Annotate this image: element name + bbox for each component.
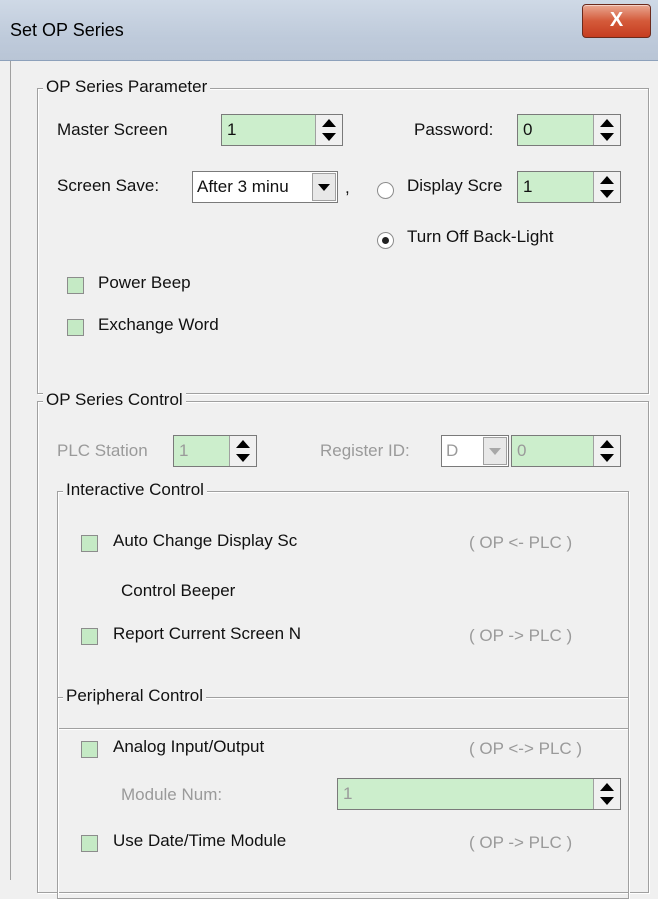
exchange-word-checkbox[interactable] bbox=[67, 319, 84, 336]
module-num-value: 1 bbox=[343, 784, 353, 803]
plc-station-label: PLC Station bbox=[57, 441, 148, 460]
peripheral-control-title: Peripheral Control bbox=[63, 686, 207, 706]
screen-save-dropdown[interactable]: After 3 minu bbox=[192, 171, 338, 203]
register-type-value: D bbox=[446, 441, 459, 460]
display-screen-radio[interactable] bbox=[377, 182, 394, 199]
password-spinner[interactable]: 0 bbox=[517, 114, 621, 146]
chevron-down-icon[interactable] bbox=[312, 173, 336, 201]
spinner-arrows-icon[interactable] bbox=[593, 172, 620, 202]
date-time-direction: ( OP -> PLC ) bbox=[469, 833, 573, 852]
register-value: 0 bbox=[517, 441, 527, 460]
spinner-arrows-icon[interactable] bbox=[315, 115, 342, 145]
date-time-module-label[interactable]: Use Date/Time Module bbox=[113, 831, 286, 851]
plc-station-value: 1 bbox=[179, 441, 189, 460]
report-screen-direction: ( OP -> PLC ) bbox=[469, 626, 573, 645]
auto-change-display-label[interactable]: Auto Change Display Sc bbox=[113, 531, 297, 551]
module-num-label: Module Num: bbox=[121, 785, 223, 804]
master-screen-value: 1 bbox=[227, 120, 237, 139]
control-beeper-label: Control Beeper bbox=[121, 581, 236, 600]
register-id-label: Register ID: bbox=[320, 441, 410, 460]
display-screen-spinner[interactable]: 1 bbox=[517, 171, 621, 203]
interactive-control-title: Interactive Control bbox=[63, 480, 207, 500]
password-value: 0 bbox=[523, 120, 533, 139]
auto-change-direction: ( OP <- PLC ) bbox=[469, 533, 573, 552]
window-title: Set OP Series bbox=[10, 20, 124, 40]
analog-io-checkbox[interactable] bbox=[81, 741, 98, 758]
spinner-arrows-icon[interactable] bbox=[593, 115, 620, 145]
register-type-dropdown[interactable]: D bbox=[441, 435, 509, 467]
power-beep-label[interactable]: Power Beep bbox=[98, 273, 191, 293]
display-screen-radio-label[interactable]: Display Scre bbox=[407, 176, 502, 196]
spinner-arrows-icon[interactable] bbox=[229, 436, 256, 466]
title-bar[interactable]: Set OP Series X bbox=[0, 0, 658, 61]
op-series-control-title: OP Series Control bbox=[43, 390, 186, 410]
analog-io-direction: ( OP <-> PLC ) bbox=[469, 739, 583, 758]
op-series-parameter-title: OP Series Parameter bbox=[43, 77, 211, 97]
turn-off-backlight-radio[interactable] bbox=[377, 232, 394, 249]
close-icon: X bbox=[609, 9, 624, 31]
report-current-screen-checkbox[interactable] bbox=[81, 628, 98, 645]
module-num-spinner[interactable]: 1 bbox=[337, 778, 621, 810]
spinner-arrows-icon[interactable] bbox=[593, 779, 620, 809]
screen-save-value: After 3 minu bbox=[197, 177, 289, 196]
register-value-spinner[interactable]: 0 bbox=[511, 435, 621, 467]
password-label: Password: bbox=[414, 120, 494, 139]
screen-save-label: Screen Save: bbox=[57, 176, 160, 195]
turn-off-backlight-label[interactable]: Turn Off Back-Light bbox=[407, 227, 553, 247]
plc-station-spinner[interactable]: 1 bbox=[173, 435, 257, 467]
report-current-screen-label[interactable]: Report Current Screen N bbox=[113, 624, 301, 644]
date-time-module-checkbox[interactable] bbox=[81, 835, 98, 852]
power-beep-checkbox[interactable] bbox=[67, 277, 84, 294]
auto-change-display-checkbox[interactable] bbox=[81, 535, 98, 552]
chevron-down-icon[interactable] bbox=[483, 437, 507, 465]
spinner-arrows-icon[interactable] bbox=[593, 436, 620, 466]
dialog-body: OP Series Parameter Master Screen 1 Pass… bbox=[10, 61, 658, 899]
exchange-word-label[interactable]: Exchange Word bbox=[98, 315, 219, 335]
display-screen-value: 1 bbox=[523, 177, 533, 196]
master-screen-label: Master Screen bbox=[57, 120, 168, 139]
close-button[interactable]: X bbox=[582, 4, 651, 38]
analog-io-label[interactable]: Analog Input/Output bbox=[113, 737, 264, 757]
comma-separator: , bbox=[345, 178, 350, 197]
master-screen-spinner[interactable]: 1 bbox=[221, 114, 343, 146]
